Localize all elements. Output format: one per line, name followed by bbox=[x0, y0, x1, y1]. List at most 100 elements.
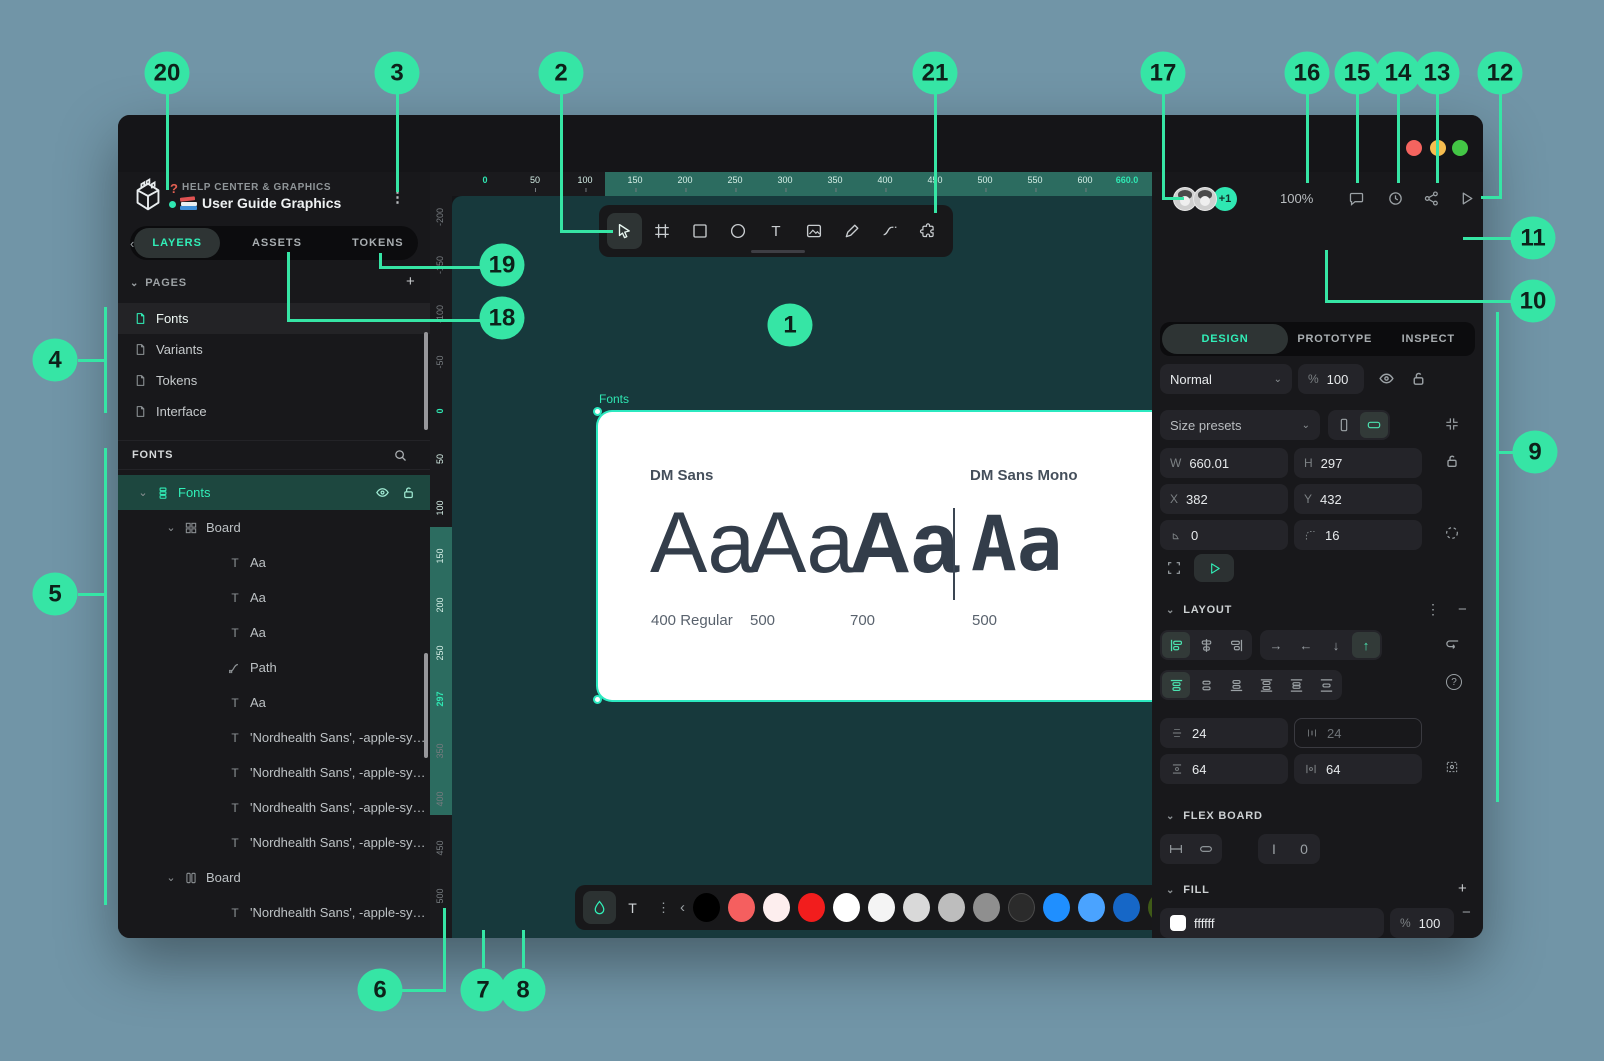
chevron-down-icon[interactable]: ⌄ bbox=[166, 871, 176, 884]
palette-color-swatch[interactable] bbox=[763, 893, 790, 922]
flow-start-button[interactable] bbox=[1194, 554, 1234, 582]
search-icon[interactable] bbox=[393, 448, 408, 463]
palette-color-swatch[interactable] bbox=[693, 893, 720, 922]
tab-tokens[interactable]: TOKENS bbox=[334, 228, 422, 258]
palette-typography-toggle[interactable]: T bbox=[616, 891, 649, 924]
layout-help-icon[interactable]: ? bbox=[1446, 674, 1462, 690]
fill-opacity-input[interactable]: %100 bbox=[1390, 908, 1454, 938]
horizontal-padding-input[interactable]: 64 bbox=[1294, 754, 1422, 784]
history-icon[interactable] bbox=[1387, 190, 1404, 207]
fill-section-header[interactable]: ⌄ FILL bbox=[1166, 884, 1210, 896]
view-mode-icon[interactable] bbox=[1458, 190, 1475, 207]
layer-item[interactable]: TAa bbox=[118, 685, 430, 720]
selection-handle[interactable] bbox=[593, 695, 602, 704]
selection-handle[interactable] bbox=[593, 407, 602, 416]
justify-end-button[interactable] bbox=[1222, 672, 1250, 698]
layout-grid-button[interactable] bbox=[1192, 632, 1220, 658]
palette-color-swatch[interactable] bbox=[938, 893, 965, 922]
image-tool[interactable] bbox=[796, 213, 831, 249]
layout-align-button[interactable] bbox=[1222, 632, 1250, 658]
add-fill-button[interactable]: + bbox=[1458, 880, 1467, 897]
remove-layout-button[interactable]: − bbox=[1458, 601, 1467, 618]
sizing-fill-width-button[interactable]: I bbox=[1260, 836, 1288, 862]
board-tool[interactable] bbox=[645, 213, 680, 249]
layout-menu-button[interactable]: ⋮ bbox=[1426, 601, 1440, 618]
independent-padding-icon[interactable] bbox=[1444, 759, 1460, 775]
board-name-label[interactable]: Fonts bbox=[599, 392, 629, 406]
palette-menu-button[interactable]: ⋮ bbox=[649, 900, 678, 916]
pages-header[interactable]: ⌄ PAGES bbox=[130, 277, 187, 289]
orientation-landscape-button[interactable] bbox=[1360, 412, 1388, 438]
row-gap-input[interactable]: 24 bbox=[1160, 718, 1288, 748]
project-name[interactable]: HELP CENTER & GRAPHICS bbox=[182, 182, 331, 193]
comments-icon[interactable] bbox=[1348, 190, 1365, 207]
layer-item[interactable]: TAa bbox=[118, 580, 430, 615]
layout-flex-button[interactable] bbox=[1162, 632, 1190, 658]
palette-color-swatch[interactable] bbox=[868, 893, 895, 922]
vertical-padding-input[interactable]: 64 bbox=[1160, 754, 1288, 784]
palette-color-swatch[interactable] bbox=[903, 893, 930, 922]
height-input[interactable]: H297 bbox=[1294, 448, 1422, 478]
visibility-toggle-icon[interactable] bbox=[1378, 370, 1395, 387]
blend-mode-select[interactable]: Normal⌄ bbox=[1160, 364, 1292, 394]
palette-color-swatch[interactable] bbox=[798, 893, 825, 922]
justify-center-button[interactable] bbox=[1192, 672, 1220, 698]
pencil-tool[interactable] bbox=[834, 213, 869, 249]
fit-content-icon[interactable] bbox=[1444, 416, 1460, 432]
help-indicator[interactable]: ? bbox=[170, 181, 178, 196]
remove-fill-button[interactable]: − bbox=[1462, 904, 1471, 921]
palette-color-swatch[interactable] bbox=[1078, 893, 1105, 922]
size-presets-select[interactable]: Size presets⌄ bbox=[1160, 410, 1320, 440]
rotation-input[interactable]: 0 bbox=[1160, 520, 1288, 550]
tab-layers[interactable]: LAYERS bbox=[134, 228, 220, 258]
app-logo[interactable] bbox=[129, 177, 167, 215]
palette-color-swatch[interactable] bbox=[728, 893, 755, 922]
palette-color-swatch[interactable] bbox=[973, 893, 1000, 922]
orientation-portrait-button[interactable] bbox=[1330, 412, 1358, 438]
curve-tool[interactable] bbox=[872, 213, 907, 249]
border-radius-input[interactable]: 16 bbox=[1294, 520, 1422, 550]
layer-item[interactable]: Path bbox=[118, 650, 430, 685]
x-position-input[interactable]: X382 bbox=[1160, 484, 1288, 514]
justify-start-button[interactable] bbox=[1162, 672, 1190, 698]
layer-item[interactable]: ⌄Fonts bbox=[118, 475, 430, 510]
avatar[interactable] bbox=[1193, 187, 1217, 211]
toolbar-drag-handle[interactable] bbox=[751, 250, 805, 253]
layer-item[interactable]: TAa bbox=[118, 615, 430, 650]
direction-column-button[interactable]: ↓ bbox=[1322, 632, 1350, 658]
direction-row-button[interactable]: → bbox=[1262, 632, 1290, 658]
palette-color-swatch[interactable] bbox=[1008, 893, 1035, 922]
maximize-window-button[interactable] bbox=[1452, 140, 1468, 156]
palette-colors-toggle[interactable] bbox=[583, 891, 616, 924]
wrap-icon[interactable] bbox=[1444, 636, 1461, 653]
direction-row-reverse-button[interactable]: ← bbox=[1292, 632, 1320, 658]
layer-item[interactable]: T'Nordhealth Sans', -apple-system… bbox=[118, 755, 430, 790]
fill-color-input[interactable]: ffffff bbox=[1160, 908, 1384, 938]
zoom-level[interactable]: 100% bbox=[1280, 191, 1313, 206]
sizing-fix-button[interactable] bbox=[1162, 836, 1190, 862]
page-item-interface[interactable]: Interface bbox=[118, 396, 430, 427]
y-position-input[interactable]: Y432 bbox=[1294, 484, 1422, 514]
layers-scrollbar[interactable] bbox=[424, 653, 428, 758]
palette-color-swatch[interactable] bbox=[833, 893, 860, 922]
justify-space-around-button[interactable] bbox=[1282, 672, 1310, 698]
column-gap-input[interactable]: 24 bbox=[1294, 718, 1422, 748]
justify-space-between-button[interactable] bbox=[1252, 672, 1280, 698]
ellipse-tool[interactable] bbox=[721, 213, 756, 249]
layer-item[interactable]: T'Nordhealth Sans', -apple-system… bbox=[118, 720, 430, 755]
close-window-button[interactable] bbox=[1406, 140, 1422, 156]
pages-scrollbar[interactable] bbox=[424, 332, 428, 430]
file-name[interactable]: User Guide Graphics bbox=[202, 195, 341, 211]
palette-color-swatch[interactable] bbox=[1043, 893, 1070, 922]
fill-color-swatch[interactable] bbox=[1170, 915, 1186, 931]
palette-prev-button[interactable]: ‹ bbox=[678, 899, 693, 916]
justify-space-evenly-button[interactable] bbox=[1312, 672, 1340, 698]
layer-item[interactable]: T'Nordhealth Sans', -apple-system… bbox=[118, 825, 430, 860]
sizing-fill-height-button[interactable]: 0 bbox=[1290, 836, 1318, 862]
chevron-down-icon[interactable]: ⌄ bbox=[166, 521, 176, 534]
rectangle-tool[interactable] bbox=[683, 213, 718, 249]
chevron-down-icon[interactable]: ⌄ bbox=[138, 486, 148, 499]
layer-item[interactable]: TAa bbox=[118, 545, 430, 580]
tab-assets[interactable]: ASSETS bbox=[234, 228, 320, 258]
tab-design[interactable]: DESIGN bbox=[1162, 324, 1288, 354]
